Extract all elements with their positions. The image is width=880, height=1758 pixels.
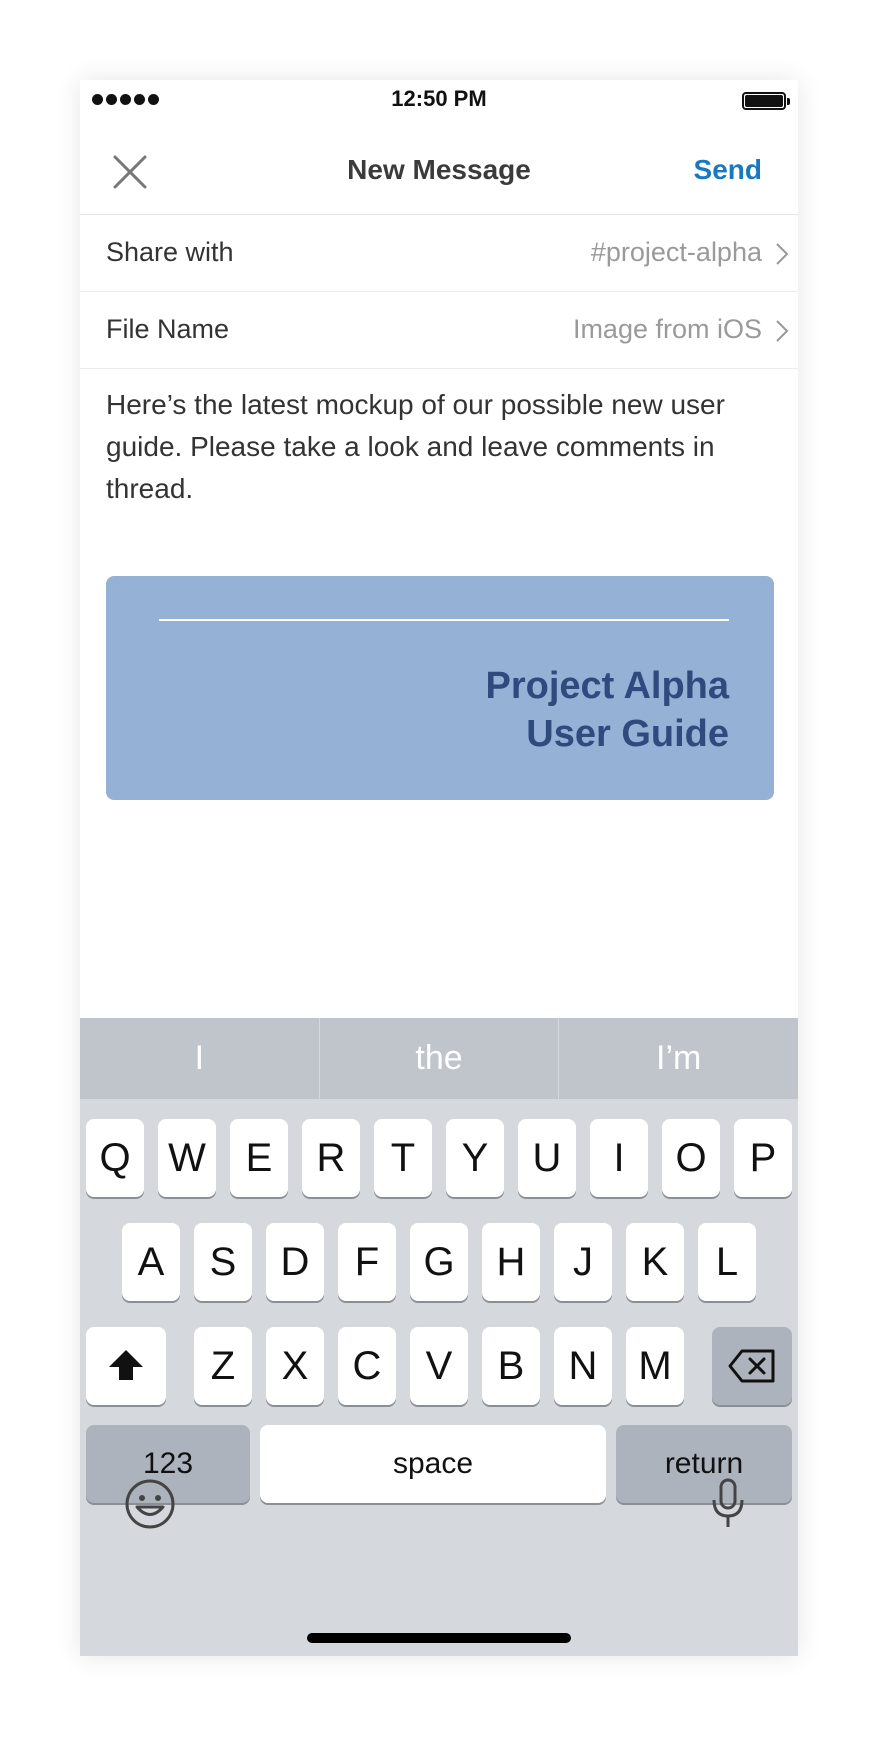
file-name-label: File Name — [106, 314, 230, 344]
key-l[interactable]: L — [698, 1223, 756, 1301]
home-indicator[interactable] — [307, 1633, 571, 1643]
attachment-title-line2: User Guide — [526, 713, 729, 755]
key-label: B — [497, 1344, 525, 1388]
key-label: H — [496, 1240, 526, 1284]
key-c[interactable]: C — [338, 1327, 396, 1405]
shift-key[interactable] — [86, 1327, 166, 1405]
share-with-row[interactable]: Share with #project-alpha — [80, 215, 798, 292]
key-w[interactable]: W — [158, 1119, 216, 1197]
key-r[interactable]: R — [302, 1119, 360, 1197]
image-attachment[interactable]: Project Alpha User Guide — [106, 576, 774, 800]
key-a[interactable]: A — [122, 1223, 180, 1301]
key-label: W — [168, 1136, 206, 1180]
key-q[interactable]: Q — [86, 1119, 144, 1197]
status-bar: 12:50 PM — [80, 80, 798, 122]
key-label: F — [354, 1240, 380, 1284]
key-p[interactable]: P — [734, 1119, 792, 1197]
key-i[interactable]: I — [590, 1119, 648, 1197]
key-label: I — [613, 1136, 625, 1180]
key-f[interactable]: F — [338, 1223, 396, 1301]
key-b[interactable]: B — [482, 1327, 540, 1405]
suggestion[interactable]: I’m — [559, 1018, 798, 1099]
key-y[interactable]: Y — [446, 1119, 504, 1197]
suggestion[interactable]: I — [80, 1018, 320, 1099]
key-m[interactable]: M — [626, 1327, 684, 1405]
share-with-value: #project-alpha — [590, 237, 762, 267]
key-label: G — [423, 1240, 455, 1284]
key-label: K — [641, 1240, 669, 1284]
key-label: M — [638, 1344, 672, 1388]
backspace-icon — [728, 1349, 775, 1383]
key-label: E — [245, 1136, 273, 1180]
key-label: A — [137, 1240, 165, 1284]
key-n[interactable]: N — [554, 1327, 612, 1405]
key-e[interactable]: E — [230, 1119, 288, 1197]
attachment-divider — [159, 619, 729, 621]
key-s[interactable]: S — [194, 1223, 252, 1301]
key-label: S — [209, 1240, 237, 1284]
key-label: P — [749, 1136, 777, 1180]
key-label: N — [568, 1344, 598, 1388]
send-button[interactable]: Send — [694, 154, 762, 186]
keyboard: I the I’m Q W E R T Y U I O P A S D F G … — [80, 1018, 798, 1656]
key-t[interactable]: T — [374, 1119, 432, 1197]
key-j[interactable]: J — [554, 1223, 612, 1301]
predictive-bar: I the I’m — [80, 1018, 798, 1099]
key-label: J — [573, 1240, 593, 1284]
key-u[interactable]: U — [518, 1119, 576, 1197]
return-key[interactable]: return — [616, 1425, 792, 1503]
microphone-icon[interactable] — [710, 1478, 746, 1530]
key-label: V — [425, 1344, 453, 1388]
key-label: R — [316, 1136, 346, 1180]
key-label: space — [392, 1447, 474, 1480]
key-label: D — [280, 1240, 310, 1284]
key-label: Q — [99, 1136, 131, 1180]
share-with-label: Share with — [106, 237, 234, 267]
key-d[interactable]: D — [266, 1223, 324, 1301]
key-label: L — [715, 1240, 739, 1284]
file-name-value: Image from iOS — [572, 314, 762, 344]
emoji-icon[interactable] — [124, 1478, 176, 1530]
key-x[interactable]: X — [266, 1327, 324, 1405]
chevron-right-icon — [776, 243, 789, 265]
key-z[interactable]: Z — [194, 1327, 252, 1405]
navigation-bar: New Message Send — [80, 122, 798, 215]
chevron-right-icon — [776, 320, 789, 342]
page-title: New Message — [347, 154, 531, 185]
key-label: T — [390, 1136, 416, 1180]
key-label: C — [352, 1344, 382, 1388]
key-label: X — [281, 1344, 309, 1388]
attachment-title-line1: Project Alpha — [485, 665, 729, 707]
key-label: Z — [210, 1344, 236, 1388]
space-key[interactable]: space — [260, 1425, 606, 1503]
key-v[interactable]: V — [410, 1327, 468, 1405]
status-time: 12:50 PM — [391, 86, 487, 111]
key-label: O — [675, 1136, 707, 1180]
key-g[interactable]: G — [410, 1223, 468, 1301]
key-label: Y — [461, 1136, 489, 1180]
key-h[interactable]: H — [482, 1223, 540, 1301]
phone-screen: 12:50 PM New Message Send Share with #pr… — [80, 80, 798, 1656]
file-name-row[interactable]: File Name Image from iOS — [80, 292, 798, 369]
backspace-key[interactable] — [712, 1327, 792, 1405]
suggestion[interactable]: the — [320, 1018, 560, 1099]
battery-icon — [742, 92, 790, 110]
key-o[interactable]: O — [662, 1119, 720, 1197]
key-k[interactable]: K — [626, 1223, 684, 1301]
key-label: U — [532, 1136, 562, 1180]
message-input[interactable]: Here’s the latest mockup of our possible… — [106, 384, 774, 510]
shift-icon — [109, 1350, 143, 1380]
